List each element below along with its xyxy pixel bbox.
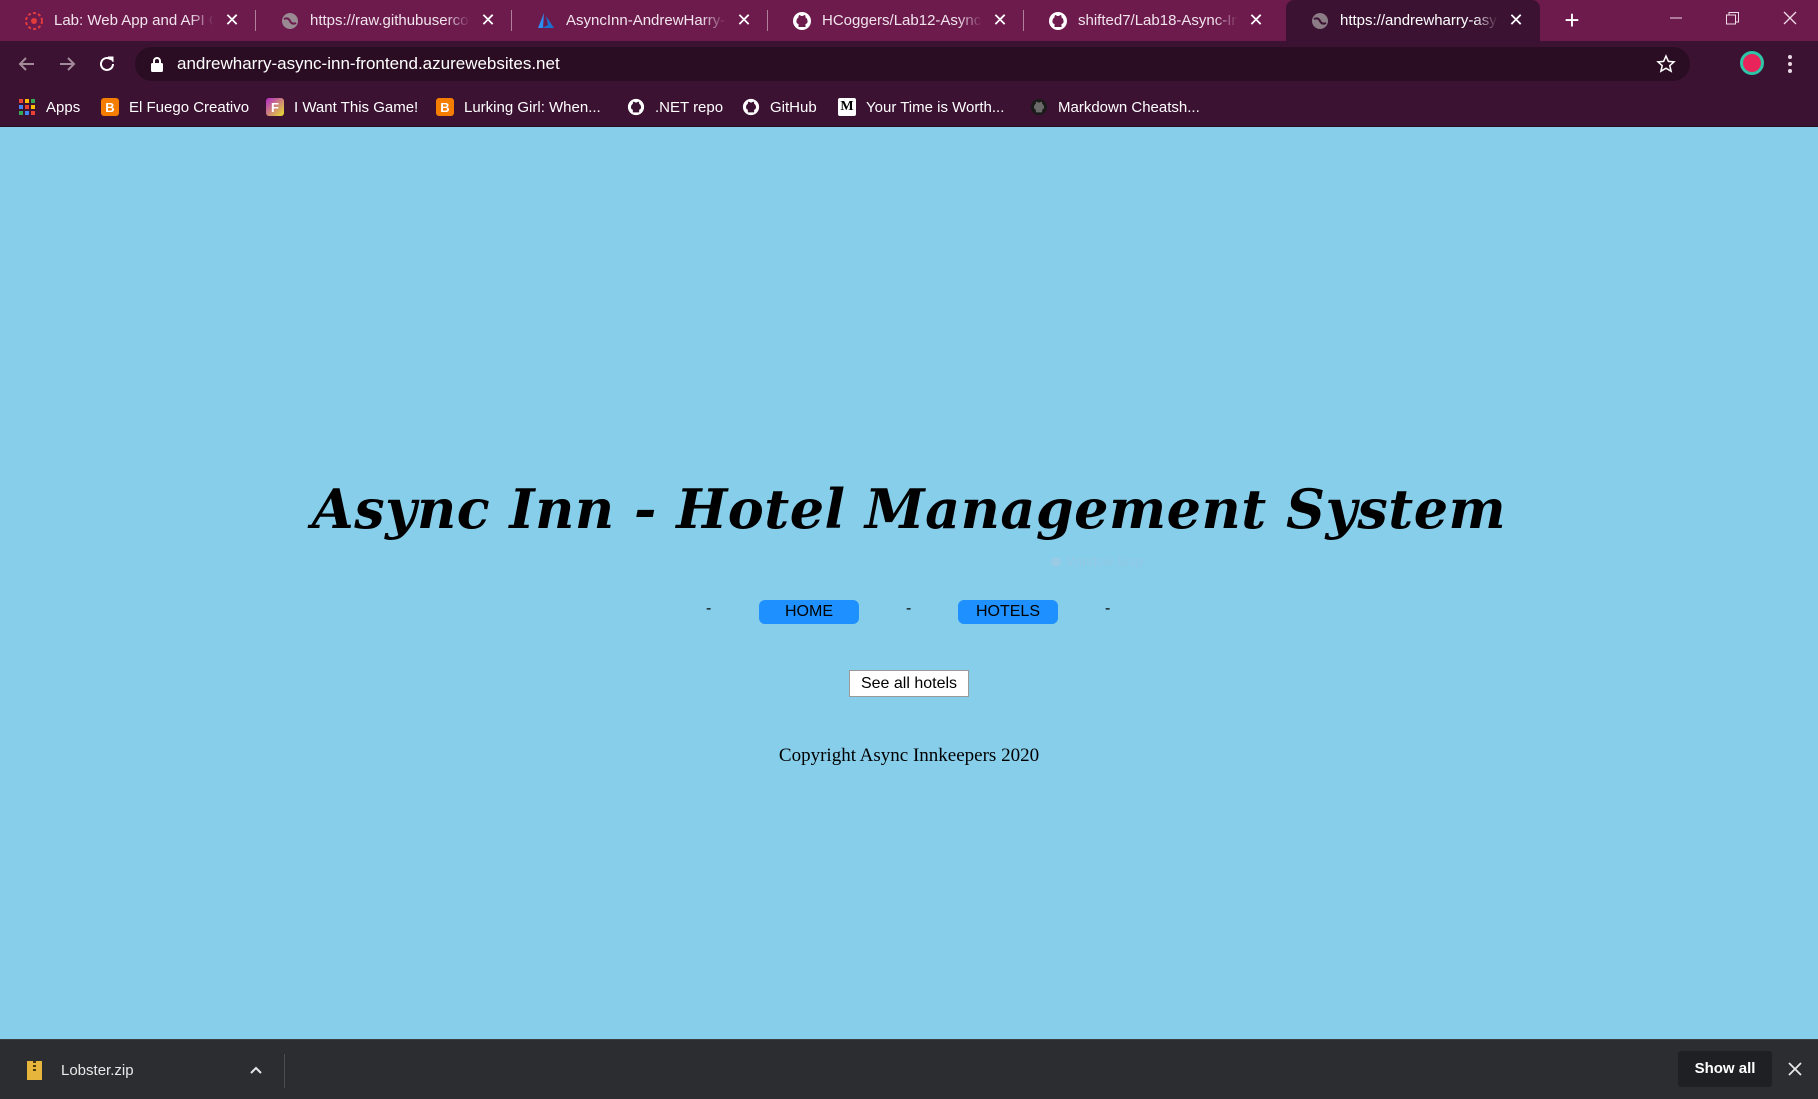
globe-icon xyxy=(280,11,300,31)
download-file-name[interactable]: Lobster.zip xyxy=(61,1062,134,1079)
tab-close-icon[interactable]: ✕ xyxy=(1506,10,1526,31)
minimize-window-icon[interactable] xyxy=(1648,0,1704,36)
tab-shifted7-lab18[interactable]: shifted7/Lab18-Async-Inn ✕ xyxy=(1024,0,1280,41)
chevron-up-icon[interactable] xyxy=(248,1062,264,1078)
tab-title: AsyncInn-AndrewHarry-AP xyxy=(566,12,726,29)
zip-file-icon xyxy=(27,1060,42,1080)
address-bar[interactable]: andrewharry-async-inn-frontend.azurewebs… xyxy=(135,47,1690,81)
browser-menu-icon[interactable] xyxy=(1784,50,1796,78)
download-divider xyxy=(284,1054,285,1088)
github-icon xyxy=(792,11,812,31)
bookmark-label: Markdown Cheatsh... xyxy=(1058,98,1200,116)
page-viewport: Async Inn - Hotel Management System Wind… xyxy=(0,127,1818,1039)
nav-home-button[interactable]: HOME xyxy=(759,600,859,624)
tab-close-icon[interactable]: ✕ xyxy=(222,10,242,31)
bookmark-label: GitHub xyxy=(770,98,817,116)
lock-icon[interactable] xyxy=(151,56,165,72)
nav-separator: - xyxy=(706,600,712,617)
new-tab-button[interactable]: + xyxy=(1554,4,1590,37)
blogger-icon: B xyxy=(101,98,119,116)
tab-asyncinn-azure[interactable]: AsyncInn-AndrewHarry-AP ✕ xyxy=(512,0,768,41)
tab-strip: Lab: Web App and API Call ✕ https://raw.… xyxy=(0,0,1818,41)
azure-icon xyxy=(536,11,556,31)
bookmark-i-want-this-game[interactable]: F I Want This Game! xyxy=(266,93,418,121)
profile-avatar-icon[interactable] xyxy=(1740,51,1764,75)
github-icon xyxy=(1030,98,1048,116)
bookmark-github[interactable]: GitHub xyxy=(742,93,817,121)
close-download-bar-icon[interactable] xyxy=(1786,1060,1804,1078)
window-snip-overlay: Window Snip xyxy=(1051,554,1143,569)
bookmark-el-fuego-creativo[interactable]: B El Fuego Creativo xyxy=(101,93,249,121)
globe-icon xyxy=(1310,11,1330,31)
copyright-text: Copyright Async Innkeepers 2020 xyxy=(778,745,1040,766)
bookmark-label: I Want This Game! xyxy=(294,98,419,116)
bookmark-star-icon[interactable] xyxy=(1656,54,1676,74)
restore-window-icon[interactable] xyxy=(1704,0,1760,36)
download-item[interactable]: Lobster.zip xyxy=(0,1040,284,1099)
tab-lab-web-app[interactable]: Lab: Web App and API Call ✕ xyxy=(0,0,256,41)
bookmark-your-time-is-worth[interactable]: M Your Time is Worth... xyxy=(838,93,1004,121)
download-shelf: Lobster.zip Show all xyxy=(0,1039,1818,1099)
bookmark-label: Your Time is Worth... xyxy=(866,98,1005,116)
tab-close-icon[interactable]: ✕ xyxy=(478,10,498,31)
bookmark-apps[interactable]: Apps xyxy=(18,93,80,121)
apps-grid-icon xyxy=(18,98,36,116)
medium-icon: M xyxy=(838,98,856,116)
bookmark-label: Apps xyxy=(46,98,81,116)
nav-separator: - xyxy=(1105,600,1111,617)
show-all-downloads-button[interactable]: Show all xyxy=(1678,1051,1772,1087)
bookmark-label: Lurking Girl: When... xyxy=(464,98,601,116)
bookmark-markdown-cheatsheet[interactable]: Markdown Cheatsh... xyxy=(1030,93,1200,121)
tab-title: https://raw.githubuserconte xyxy=(310,12,470,29)
nav-hotels-button[interactable]: HOTELS xyxy=(958,600,1058,624)
tab-title: Lab: Web App and API Call xyxy=(54,12,214,29)
github-icon xyxy=(742,98,760,116)
forward-arrow-icon[interactable] xyxy=(52,49,82,79)
snip-dot-icon xyxy=(1051,556,1061,567)
browser-toolbar: andrewharry-async-inn-frontend.azurewebs… xyxy=(0,41,1818,87)
bookmark-label: El Fuego Creativo xyxy=(129,98,250,116)
bookmarks-bar: Apps B El Fuego Creativo F I Want This G… xyxy=(0,87,1818,127)
blogger-icon: B xyxy=(436,98,454,116)
nav-separator: - xyxy=(906,600,912,617)
reload-icon[interactable] xyxy=(92,49,122,79)
tab-raw-githubusercontent[interactable]: https://raw.githubuserconte ✕ xyxy=(256,0,512,41)
tab-close-icon[interactable]: ✕ xyxy=(990,10,1010,31)
site-nav: - HOME - HOTELS - xyxy=(0,600,1818,624)
tab-title: HCoggers/Lab12-Async-In xyxy=(822,12,982,29)
bookmark-label: .NET repo xyxy=(655,98,724,116)
close-window-icon[interactable] xyxy=(1762,0,1818,36)
tab-close-icon[interactable]: ✕ xyxy=(1246,10,1266,31)
page-title: Async Inn - Hotel Management System xyxy=(311,477,1507,541)
back-arrow-icon[interactable] xyxy=(12,49,42,79)
tab-close-icon[interactable]: ✕ xyxy=(734,10,754,31)
game-icon: F xyxy=(266,98,284,116)
see-all-hotels-button[interactable]: See all hotels xyxy=(849,670,969,697)
canvas-lms-icon xyxy=(24,11,44,31)
bookmark-lurking-girl[interactable]: B Lurking Girl: When... xyxy=(436,93,601,121)
bookmark-net-repo[interactable]: .NET repo xyxy=(627,93,723,121)
github-icon xyxy=(627,98,645,116)
github-icon xyxy=(1048,11,1068,31)
tab-title: https://andrewharry-async xyxy=(1340,12,1498,29)
tab-hcoggers-lab12[interactable]: HCoggers/Lab12-Async-In ✕ xyxy=(768,0,1024,41)
tab-andrewharry-async-active[interactable]: https://andrewharry-async ✕ xyxy=(1286,0,1540,41)
tab-title: shifted7/Lab18-Async-Inn xyxy=(1078,12,1238,29)
overlay-hint-text: Window Snip xyxy=(1067,554,1143,569)
url-text[interactable]: andrewharry-async-inn-frontend.azurewebs… xyxy=(177,54,560,74)
